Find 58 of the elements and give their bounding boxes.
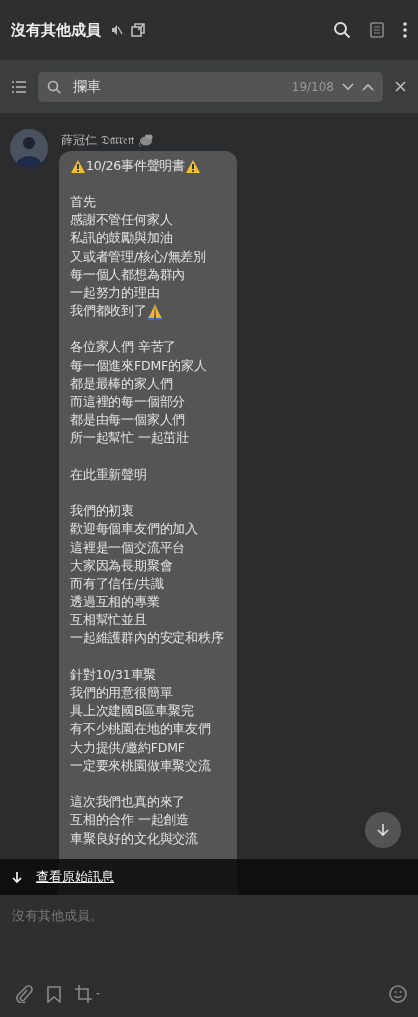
message-line: 互相幫忙並且 <box>70 612 147 630</box>
scroll-down-button[interactable] <box>365 812 401 848</box>
message-line: 又或者管理/核心/無差別 <box>70 248 207 266</box>
message-line: 我們的用意很簡單 <box>70 685 173 703</box>
bookmark-icon[interactable] <box>47 985 61 1003</box>
message-line: 具上次建國B區車聚完 <box>70 703 194 721</box>
message-line: 10/26事件聲明書 <box>86 157 186 175</box>
chevron-down-icon[interactable] <box>342 82 354 91</box>
external-window-icon[interactable] <box>131 23 145 37</box>
message-line: 感謝不管任何家人 <box>70 212 173 230</box>
emoji-icon[interactable] <box>389 985 407 1003</box>
message-line: 私訊的鼓勵與加油 <box>70 230 173 248</box>
search-field[interactable]: 攔車 19/108 <box>38 71 383 102</box>
rat-icon <box>137 133 154 147</box>
paperclip-icon[interactable] <box>15 985 33 1003</box>
warning-icon <box>70 158 86 174</box>
message-line: 車聚良好的文化與交流 <box>70 830 198 848</box>
message-line: 而有了信任/共識 <box>70 575 164 593</box>
message-line: 所一起幫忙 一起茁壯 <box>70 430 189 448</box>
more-icon[interactable] <box>403 22 407 38</box>
notes-icon[interactable] <box>370 22 384 38</box>
message-line: 針對10/31車聚 <box>70 666 157 684</box>
message-line: 我們都收到了 <box>70 303 147 321</box>
message-line: 透過互相的專業 <box>70 594 160 612</box>
message-line: 首先 <box>70 193 96 211</box>
search-input[interactable]: 攔車 <box>69 78 284 95</box>
chat-title: 沒有其他成員 <box>11 20 101 40</box>
message-input[interactable]: 沒有其他成員。 <box>0 895 418 985</box>
arrow-down-icon <box>377 823 389 837</box>
message-line: 各位家人們 辛苦了 <box>70 339 177 357</box>
message-line: 這次我們也真的來了 <box>70 794 186 812</box>
message-line: 大家因為長期聚會 <box>70 557 173 575</box>
match-count: 19/108 <box>291 79 334 94</box>
message-line: 一起維護群內的安定和秩序 <box>70 630 224 648</box>
message-line: 都是由每一個家人們 <box>70 412 186 430</box>
message-line: 大力提供/邀約FDMF <box>70 739 185 757</box>
message-line: 而這裡的每一個部分 <box>70 394 186 412</box>
sender-name: 薛冠仁 𝔇𝔞𝔯𝔯𝔢𝔫 <box>61 131 134 149</box>
chevron-up-icon[interactable] <box>362 82 374 91</box>
message-line: 一定要來桃園做車聚交流 <box>70 757 211 775</box>
message-line: 歡迎每個車友們的加入 <box>70 521 198 539</box>
close-icon[interactable] <box>395 81 406 92</box>
search-icon <box>47 79 61 94</box>
message-line: 有不少桃園在地的車友們 <box>70 721 211 739</box>
list-icon[interactable] <box>12 80 26 93</box>
message-line: 一起努力的理由 <box>70 284 160 302</box>
warning-icon <box>185 158 202 174</box>
avatar <box>10 129 48 167</box>
message-line: 我們的初衷 <box>70 503 134 521</box>
crop-icon[interactable] <box>75 985 101 1003</box>
message-line: 這裡是一個交流平台 <box>70 539 186 557</box>
search-icon[interactable] <box>333 21 351 39</box>
arrow-down-icon <box>12 871 22 883</box>
message-line: 在此重新聲明 <box>70 466 147 484</box>
message-line: 每一個人都想為群內 <box>70 266 186 284</box>
message-line: 每一個進來FDMF的家人 <box>70 357 207 375</box>
message-line: 都是最棒的家人們 <box>70 375 173 393</box>
message-line: 互相的合作 一起創造 <box>70 812 189 830</box>
